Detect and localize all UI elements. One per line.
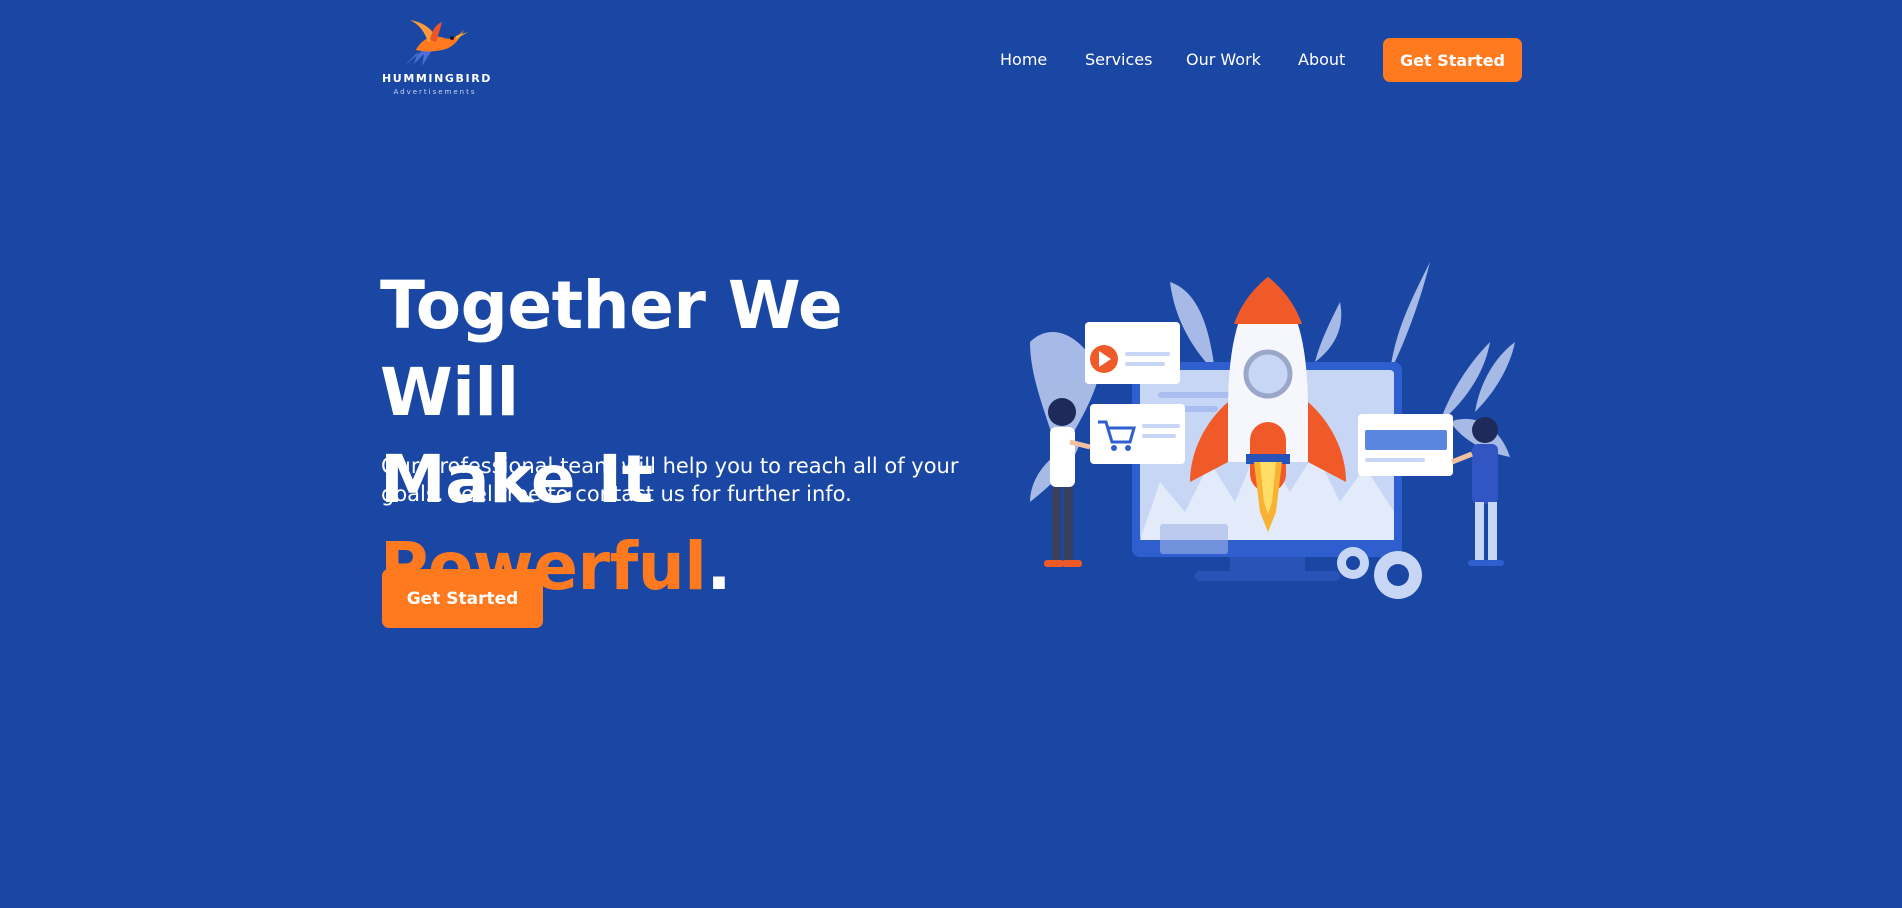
rocket-launch-illustration [1010,262,1525,610]
brand-tagline: Advertisements [393,88,477,96]
headline-period: . [706,528,731,605]
brand-name: HUMMINGBIRD [382,72,493,85]
hero-get-started-button[interactable]: Get Started [382,569,543,628]
hero-headline: Together We Will Make It Powerful. [380,262,1000,610]
headline-line-1: Together We Will [380,267,843,431]
nav-link-home[interactable]: Home [1000,50,1047,69]
hero-subtext: Our professional team will help you to r… [381,454,959,506]
hummingbird-icon [404,20,468,66]
nav-link-our-work[interactable]: Our Work [1186,50,1261,69]
nav-get-started-button[interactable]: Get Started [1383,38,1522,82]
rocket-illustration-icon [1030,262,1515,599]
nav-link-services[interactable]: Services [1085,50,1152,69]
brand-logo[interactable]: HUMMINGBIRD Advertisements [380,16,490,102]
nav-link-about[interactable]: About [1298,50,1345,69]
